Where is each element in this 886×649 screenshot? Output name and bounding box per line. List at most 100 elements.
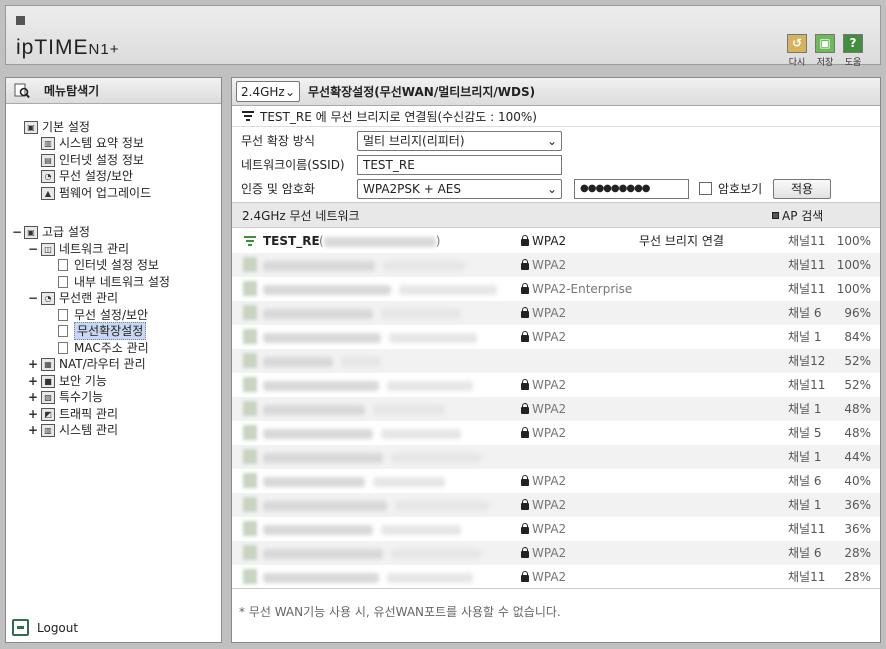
logout-icon	[12, 619, 29, 636]
logout-button[interactable]: Logout	[12, 619, 78, 636]
ap-row[interactable]: WPA2 채널 1 48%	[232, 397, 880, 421]
ap-security: WPA2	[521, 253, 566, 277]
ap-security: WPA2	[521, 301, 566, 325]
auth-select[interactable]: WPA2PSK + AES ⌄	[357, 178, 562, 199]
expand-nat-icon[interactable]: +	[28, 356, 38, 372]
tree-lan-settings[interactable]: 내부 네트워크 설정	[58, 274, 170, 290]
tree-system[interactable]: ▥ 시스템 관리	[41, 422, 118, 438]
tree-internet-info[interactable]: ▤ 인터넷 설정 정보	[41, 152, 144, 168]
save-button[interactable]: ▣ 저장	[814, 34, 836, 68]
tree-wireless-settings[interactable]: 무선 설정/보안	[58, 307, 148, 323]
ap-row[interactable]: WPA2 채널 1 84%	[232, 325, 880, 349]
ap-row[interactable]: WPA2 채널11 52%	[232, 373, 880, 397]
collapse-advanced-icon[interactable]: −	[12, 224, 22, 240]
ap-name-blurred	[263, 469, 445, 493]
ap-row[interactable]: WPA2 채널 6 40%	[232, 469, 880, 493]
expand-special-icon[interactable]: +	[28, 389, 38, 405]
ap-row[interactable]: 채널12 52%	[232, 349, 880, 373]
band-select[interactable]: 2.4GHz ⌄	[236, 81, 300, 102]
signal-icon	[243, 401, 257, 416]
tree-traffic[interactable]: ◩ 트래픽 관리	[41, 406, 118, 422]
ap-security: WPA2-Enterprise	[521, 277, 632, 301]
expand-traffic-icon[interactable]: +	[28, 406, 38, 422]
tree-basic-settings[interactable]: ▣ 기본 설정	[24, 119, 90, 135]
router-icon: ▦	[41, 357, 55, 371]
page-icon	[58, 342, 68, 354]
save-icon: ▣	[815, 34, 835, 53]
ap-name-blurred	[263, 541, 481, 565]
ap-name: TEST_RE	[263, 234, 320, 248]
ap-row[interactable]: WPA2 채널11 36%	[232, 517, 880, 541]
mode-select[interactable]: 멀티 브리지(리피터) ⌄	[357, 130, 562, 151]
lock-icon	[521, 403, 529, 414]
ap-row[interactable]: TEST_RE() WPA2 무선 브리지 연결 채널11 100%	[232, 229, 880, 253]
help-button[interactable]: ? 도움	[842, 34, 864, 68]
folder-icon: ▣	[24, 120, 38, 134]
ap-row[interactable]: WPA2 채널11 100%	[232, 253, 880, 277]
tree-mac-management[interactable]: MAC주소 관리	[58, 340, 149, 356]
lock-icon	[521, 307, 529, 318]
ap-signal: 48%	[844, 426, 871, 440]
collapse-network-icon[interactable]: −	[28, 241, 38, 257]
ap-channel: 채널11	[788, 570, 826, 584]
tree-wireless-security[interactable]: ◔ 무선 설정/보안	[41, 168, 133, 184]
collapse-wireless-icon[interactable]: −	[28, 290, 38, 306]
ap-channel: 채널11	[788, 378, 826, 392]
ap-signal: 100%	[836, 282, 871, 296]
apply-button[interactable]: 적용	[773, 178, 831, 199]
auth-row: 인증 및 암호화 WPA2PSK + AES ⌄ ●●●●●●●●● 암호보기 적…	[232, 177, 880, 200]
password-input[interactable]: ●●●●●●●●●	[574, 178, 689, 199]
tree-system-summary[interactable]: ▥ 시스템 요약 정보	[41, 135, 144, 151]
show-password-checkbox[interactable]	[699, 182, 712, 195]
ap-name-blurred	[263, 517, 461, 541]
ap-signal: 100%	[836, 234, 871, 248]
show-password-label: 암호보기	[718, 182, 763, 196]
page-title: 무선확장설정(무선WAN/멀티브리지/WDS)	[308, 85, 536, 99]
ap-name-blurred	[263, 493, 489, 517]
tree-nat-router[interactable]: ▦ NAT/라우터 관리	[41, 356, 146, 372]
tree-special[interactable]: ▧ 특수기능	[41, 389, 103, 405]
ap-search-button[interactable]: AP 검색	[772, 207, 823, 224]
lock-icon	[521, 427, 529, 438]
window-menu-icon[interactable]	[16, 16, 25, 25]
ap-name-blurred	[263, 565, 473, 589]
menu-explorer: 메뉴탐색기 ▣ 기본 설정 ▥ 시스템 요약 정보 ▤ 인터넷 설정 정보 ◔ 무선 설…	[5, 77, 222, 643]
signal-icon	[243, 569, 257, 584]
network-icon: ◫	[41, 242, 55, 256]
ap-row[interactable]: WPA2 채널 1 36%	[232, 493, 880, 517]
tree-advanced-settings[interactable]: ▣ 고급 설정	[24, 224, 90, 240]
ap-signal: 36%	[844, 522, 871, 536]
signal-icon	[243, 497, 257, 512]
tree-wireless-management[interactable]: ◔ 무선랜 관리	[41, 290, 118, 306]
tree-internet-settings[interactable]: 인터넷 설정 정보	[58, 257, 159, 273]
ap-signal: 28%	[844, 546, 871, 560]
ap-row[interactable]: WPA2 채널 5 48%	[232, 421, 880, 445]
ap-row[interactable]: 채널 1 44%	[232, 445, 880, 469]
tree-firmware-upgrade[interactable]: ▲ 펌웨어 업그레이드	[41, 185, 151, 201]
back-button[interactable]: ↺ 다시	[786, 34, 808, 68]
ap-security: WPA2	[521, 493, 566, 517]
firmware-icon: ▲	[41, 186, 55, 200]
ssid-input[interactable]: TEST_RE	[357, 154, 562, 175]
tree-security[interactable]: ■ 보안 기능	[41, 373, 107, 389]
ap-row[interactable]: WPA2 채널 6 96%	[232, 301, 880, 325]
expand-system-icon[interactable]: +	[28, 422, 38, 438]
network-list-header: 2.4GHz 무선 네트워크 AP 검색	[232, 202, 880, 228]
tree-wireless-extension[interactable]: 무선확장설정	[58, 322, 147, 340]
ap-name-blurred	[263, 421, 461, 445]
ap-row[interactable]: WPA2 채널11 28%	[232, 565, 880, 589]
expand-security-icon[interactable]: +	[28, 373, 38, 389]
ap-row[interactable]: WPA2-Enterprise 채널11 100%	[232, 277, 880, 301]
ap-security: WPA2	[521, 325, 566, 349]
ap-name-blurred	[263, 277, 497, 301]
wireless-icon: ◔	[41, 169, 55, 183]
ap-channel: 채널12	[788, 354, 826, 368]
search-icon	[772, 211, 779, 219]
antenna-icon	[241, 111, 254, 121]
ap-channel: 채널11	[788, 522, 826, 536]
special-icon: ▧	[41, 390, 55, 404]
ap-row[interactable]: WPA2 채널 6 28%	[232, 541, 880, 565]
antenna-icon	[243, 236, 262, 246]
tree-network-management[interactable]: ◫ 네트워크 관리	[41, 241, 129, 257]
ap-channel: 채널11	[788, 258, 826, 272]
